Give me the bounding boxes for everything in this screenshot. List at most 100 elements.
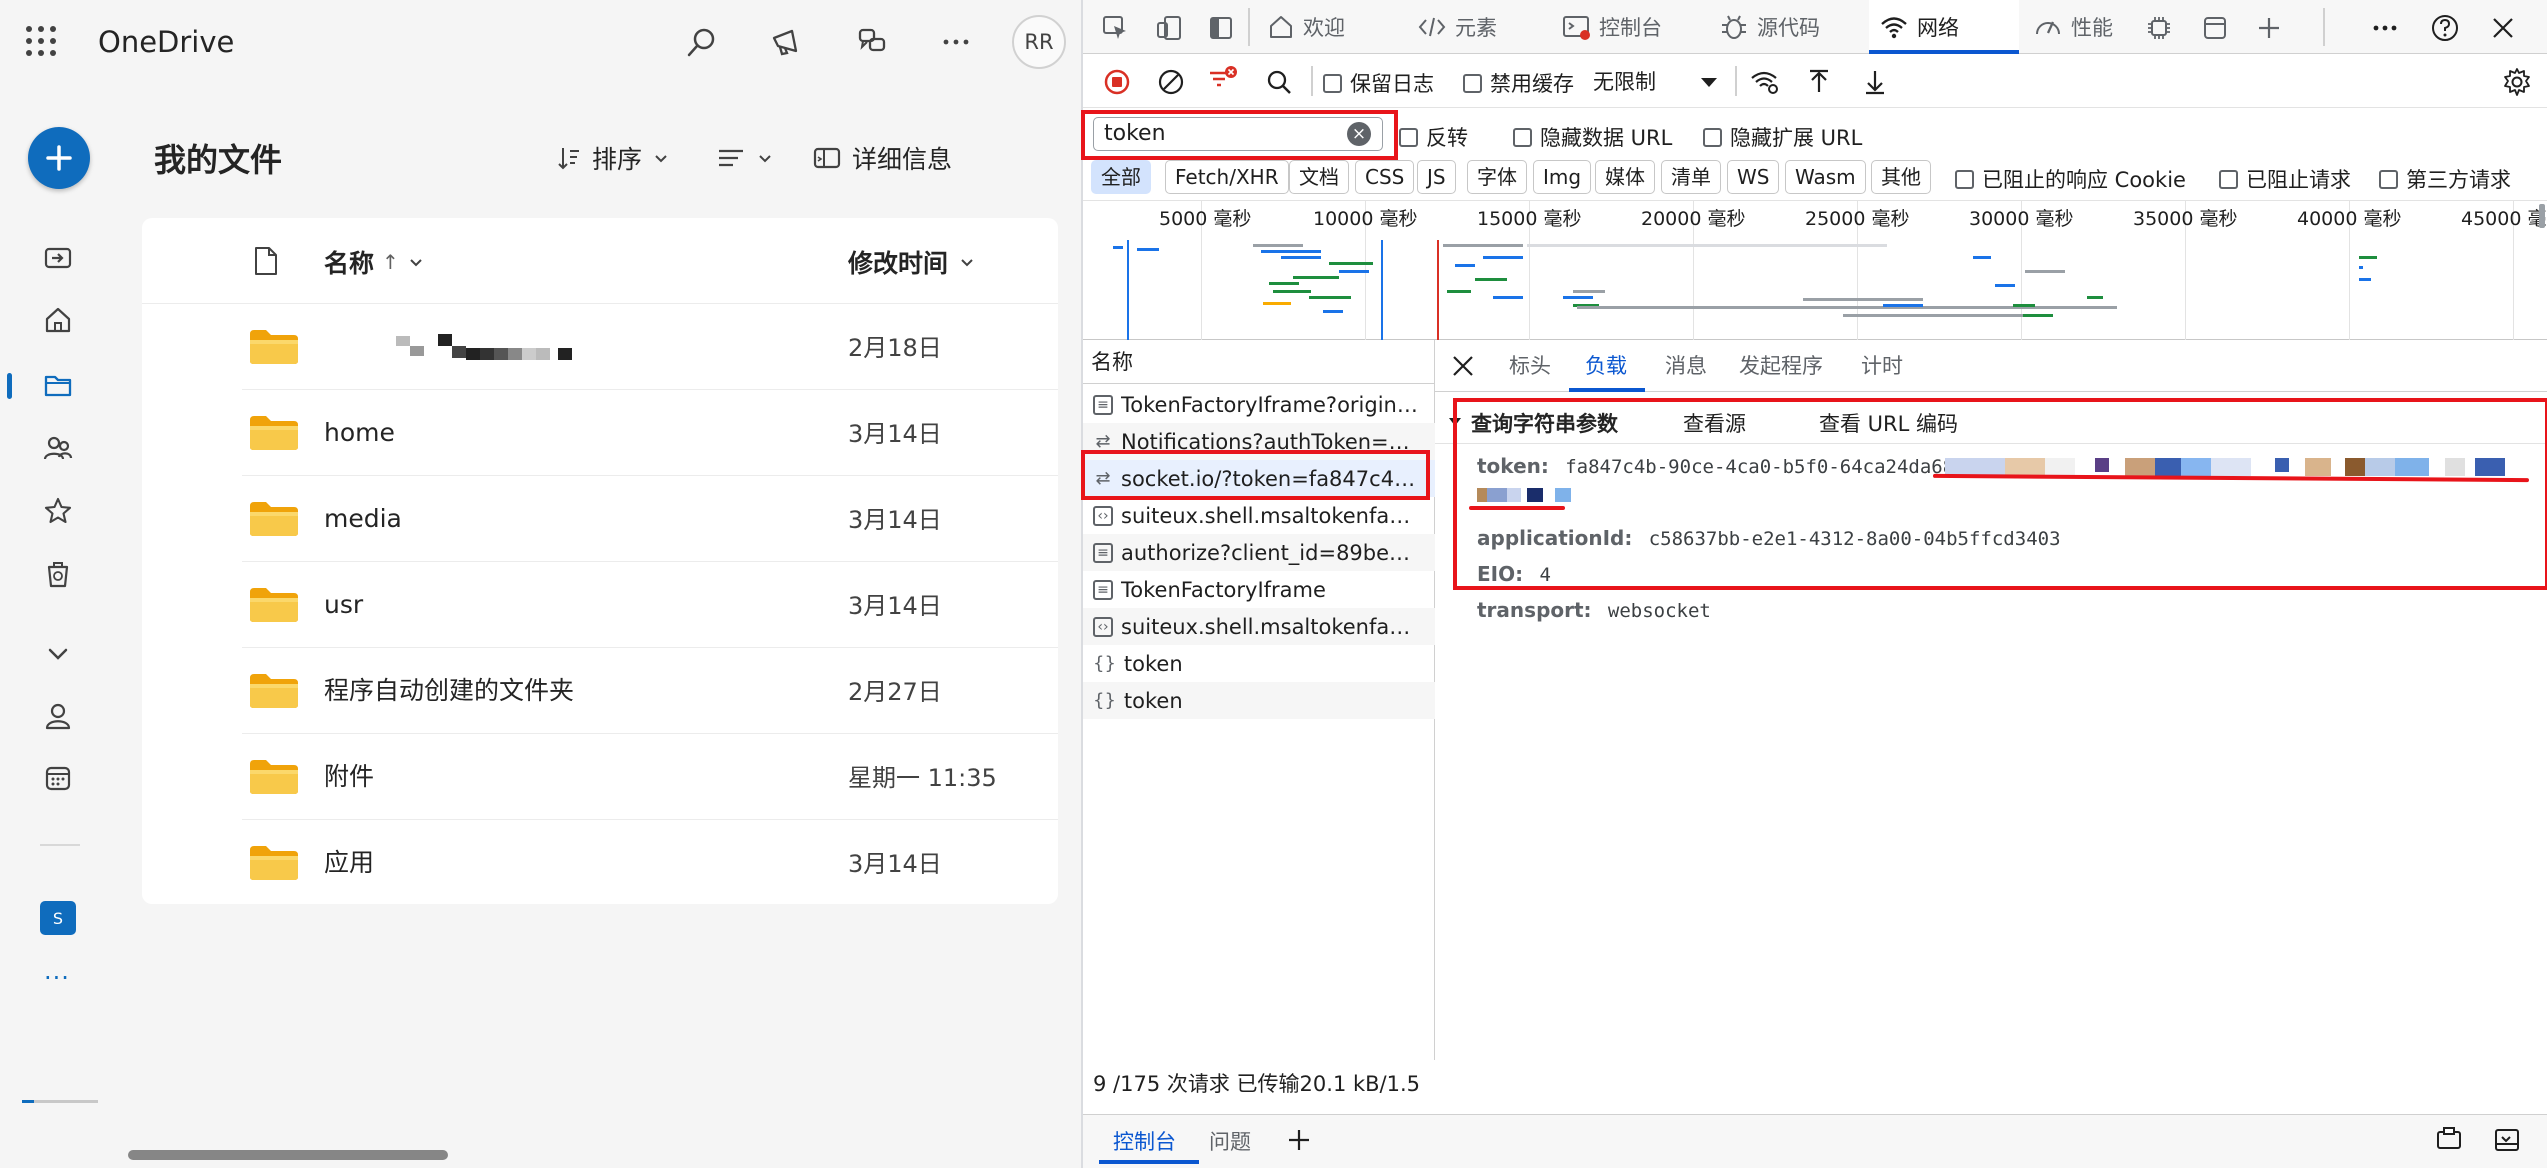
type-chip-fetch-xhr[interactable]: Fetch/XHR [1165,160,1289,194]
tab-performance[interactable]: 性能 [2033,0,2113,54]
help-icon[interactable] [2429,12,2461,44]
timeline-scroll-handle[interactable] [2539,204,2545,228]
blocked-cookies-checkbox[interactable]: 已阻止的响应 Cookie [1955,164,2186,194]
drawer-tab-issues[interactable]: 问题 [1209,1126,1251,1156]
toggle-nav-icon[interactable] [40,240,76,276]
network-conditions-icon[interactable] [1749,66,1781,98]
request-row[interactable]: ≡ TokenFactoryIframe [1083,571,1435,608]
person-icon[interactable] [40,698,76,734]
inspect-element-icon[interactable] [1099,12,1131,44]
undock-drawer-icon[interactable] [2433,1124,2465,1156]
tab-welcome[interactable]: 欢迎 [1267,0,1345,54]
type-chip-img[interactable]: Img [1533,160,1592,194]
type-chip-media[interactable]: 媒体 [1595,160,1655,194]
caret-down-icon[interactable] [1693,66,1725,98]
network-settings-gear-icon[interactable] [2501,66,2533,98]
preserve-log-checkbox[interactable]: 保留日志 [1323,68,1434,98]
horizontal-scrollbar[interactable] [128,1150,448,1160]
timeline-bar [1563,296,1593,299]
import-har-icon[interactable] [1803,66,1835,98]
type-chip-js[interactable]: JS [1417,160,1456,194]
feedback-icon[interactable] [852,22,892,62]
shared-icon[interactable] [40,430,76,466]
drawer-tab-console[interactable]: 控制台 [1113,1126,1176,1156]
disable-cache-checkbox[interactable]: 禁用缓存 [1463,68,1574,98]
app-launcher-icon[interactable] [24,24,58,58]
file-row[interactable]: home 3月14日 [242,390,1058,476]
file-row[interactable]: 应用 3月14日 [242,820,1058,906]
type-chip-ws[interactable]: WS [1727,160,1780,194]
megaphone-icon[interactable] [766,22,806,62]
file-row[interactable]: media 3月14日 [242,476,1058,562]
export-har-icon[interactable] [1859,66,1891,98]
blocked-requests-checkbox[interactable]: 已阻止请求 [2219,164,2351,194]
tab-initiator[interactable]: 发起程序 [1739,340,1823,392]
add-drawer-tab-icon[interactable] [1283,1124,1315,1156]
record-stop-icon[interactable] [1101,66,1133,98]
home-icon[interactable] [40,302,76,338]
recycle-bin-icon[interactable] [40,556,76,592]
chevron-down-icon[interactable] [40,636,76,672]
file-row[interactable]: 程序自动创建的文件夹 2月27日 [242,648,1058,734]
request-row[interactable]: ≡ TokenFactoryIframe?origin=... [1083,386,1435,423]
type-chip-doc[interactable]: 文档 [1289,160,1349,194]
tab-payload[interactable]: 负载 [1585,340,1627,392]
column-header-name[interactable]: 名称 ↑ [324,244,425,280]
request-row[interactable]: {} token [1083,682,1435,719]
avatar[interactable]: RR [1012,15,1066,69]
filter-icon[interactable] [1207,64,1239,96]
request-name: authorize?client_id=89bee1f... [1121,540,1421,565]
application-panel-icon[interactable] [2199,12,2231,44]
dock-drawer-icon[interactable] [2491,1124,2523,1156]
file-row[interactable]: 2月18日 [242,304,1058,390]
brand-title[interactable]: OneDrive [98,24,234,60]
tab-elements[interactable]: 元素 [1417,0,1497,54]
search-icon[interactable] [1263,66,1295,98]
clear-icon[interactable] [1155,66,1187,98]
request-row[interactable]: ‹› suiteux.shell.msaltokenfacto... [1083,497,1435,534]
more-options-icon[interactable] [936,22,976,62]
search-icon[interactable] [682,22,722,62]
hide-data-url-checkbox[interactable]: 隐藏数据 URL [1513,122,1672,152]
favorites-star-icon[interactable] [40,493,76,529]
memory-chip-icon[interactable] [2143,12,2175,44]
tab-console[interactable]: 控制台 [1561,0,1662,54]
my-files-icon[interactable] [40,367,76,403]
type-chip-css[interactable]: CSS [1355,160,1415,194]
request-row[interactable]: ‹› suiteux.shell.msaltokenfacto... [1083,608,1435,645]
more-apps-button[interactable]: ··· [44,964,70,992]
calendar-icon[interactable] [40,760,76,796]
more-tools-icon[interactable] [2369,12,2401,44]
tab-timing[interactable]: 计时 [1861,340,1903,392]
tab-network[interactable]: 网络 [1869,0,2019,54]
invert-checkbox[interactable]: 反转 [1399,122,1468,152]
details-button[interactable]: 详细信息 [812,138,952,178]
type-chip-manifest[interactable]: 清单 [1661,160,1721,194]
device-toolbar-icon[interactable] [1153,12,1185,44]
request-row[interactable]: {} token [1083,645,1435,682]
view-options-button[interactable] [716,138,774,178]
type-chip-wasm[interactable]: Wasm [1785,160,1866,194]
close-devtools-icon[interactable] [2487,12,2519,44]
column-header-modified[interactable]: 修改时间 [848,244,976,280]
tab-headers[interactable]: 标头 [1509,340,1551,392]
throttling-select[interactable]: 无限制 [1593,66,1656,96]
third-party-checkbox[interactable]: 第三方请求 [2379,164,2511,194]
dock-sidebar-icon[interactable] [1205,12,1237,44]
add-panel-icon[interactable] [2253,12,2285,44]
hide-extension-url-checkbox[interactable]: 隐藏扩展 URL [1703,122,1862,152]
tab-sources[interactable]: 源代码 [1719,0,1820,54]
close-detail-icon[interactable] [1447,350,1479,382]
file-row[interactable]: usr 3月14日 [242,562,1058,648]
sort-button[interactable]: 排序 [556,138,670,178]
site-badge[interactable]: S [40,901,76,935]
type-chip-all[interactable]: 全部 [1091,160,1151,194]
type-chip-font[interactable]: 字体 [1467,160,1527,194]
sort-ascending-icon: ↑ [382,250,399,274]
file-row[interactable]: 附件 星期一 11:35 [242,734,1058,820]
request-row[interactable]: ≡ authorize?client_id=89bee1f... [1083,534,1435,571]
column-header-name[interactable]: 名称 [1083,340,1435,384]
tab-messages[interactable]: 消息 [1665,340,1707,392]
type-chip-other[interactable]: 其他 [1871,160,1931,194]
create-new-button[interactable] [28,127,90,189]
